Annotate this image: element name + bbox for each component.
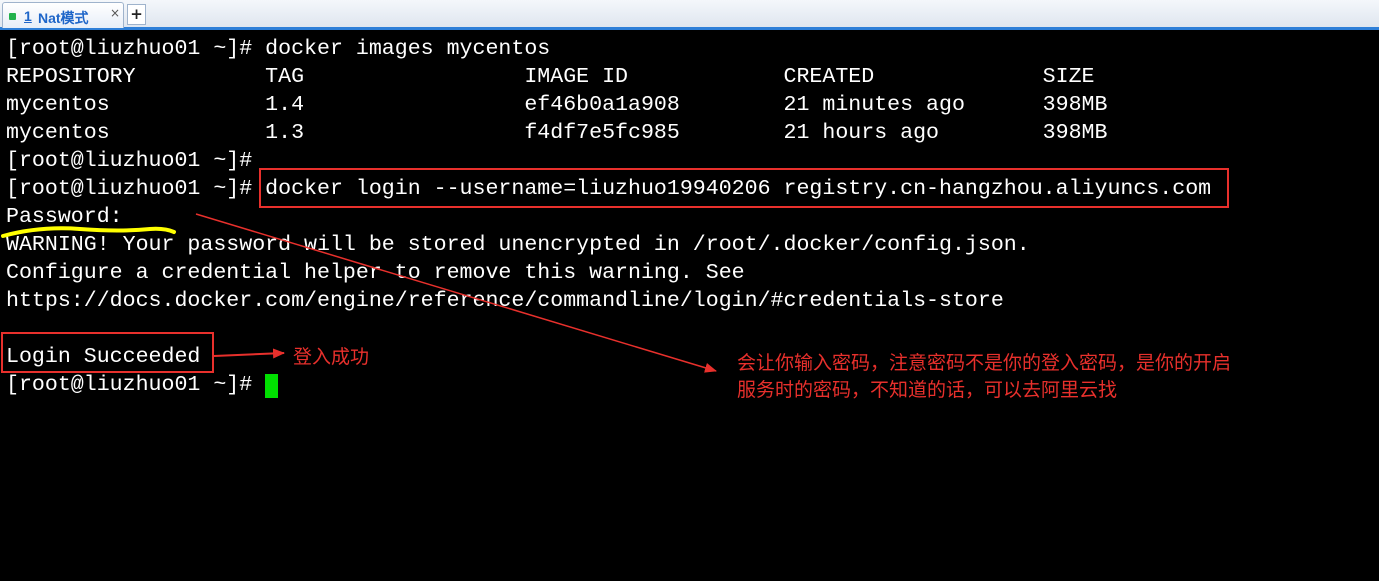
password-note-line-1: 会让你输入密码，注意密码不是你的登入密码，是你的开启	[737, 352, 1232, 374]
terminal-line: https://docs.docker.com/engine/reference…	[6, 289, 1004, 313]
terminal-line: Configure a credential helper to remove …	[6, 261, 745, 285]
terminal-line: REPOSITORY TAG IMAGE ID CREATED SIZE	[6, 65, 1095, 89]
tab-bar: 1 Nat模式 × +	[0, 0, 1379, 30]
login-success-note: 登入成功	[293, 346, 370, 368]
terminal-line: WARNING! Your password will be stored un…	[6, 233, 1030, 257]
new-tab-button[interactable]: +	[127, 4, 146, 25]
terminal-line: [root@liuzhuo01 ~]# docker images mycent…	[6, 37, 551, 61]
connection-status-icon	[9, 13, 16, 20]
terminal-line: mycentos 1.3 f4df7e5fc985 21 hours ago 3…	[6, 121, 1108, 145]
close-icon[interactable]: ×	[110, 6, 120, 20]
terminal-line: Password:	[6, 205, 123, 229]
password-note-line-2: 服务时的密码，不知道的话，可以去阿里云找	[737, 379, 1118, 401]
terminal-line: [root@liuzhuo01 ~]#	[6, 373, 253, 397]
terminal-line: [root@liuzhuo01 ~]#	[6, 149, 253, 173]
tab-label: Nat模式	[38, 10, 89, 26]
login-command-highlight-box	[259, 168, 1229, 208]
session-tab[interactable]: 1 Nat模式 ×	[2, 2, 124, 28]
tab-number: 1	[24, 8, 32, 24]
terminal-output[interactable]: [root@liuzhuo01 ~]# docker images mycent…	[0, 33, 1379, 581]
terminal-cursor	[265, 374, 278, 398]
terminal-line: mycentos 1.4 ef46b0a1a908 21 minutes ago…	[6, 93, 1108, 117]
login-succeeded-highlight-box	[1, 332, 214, 373]
